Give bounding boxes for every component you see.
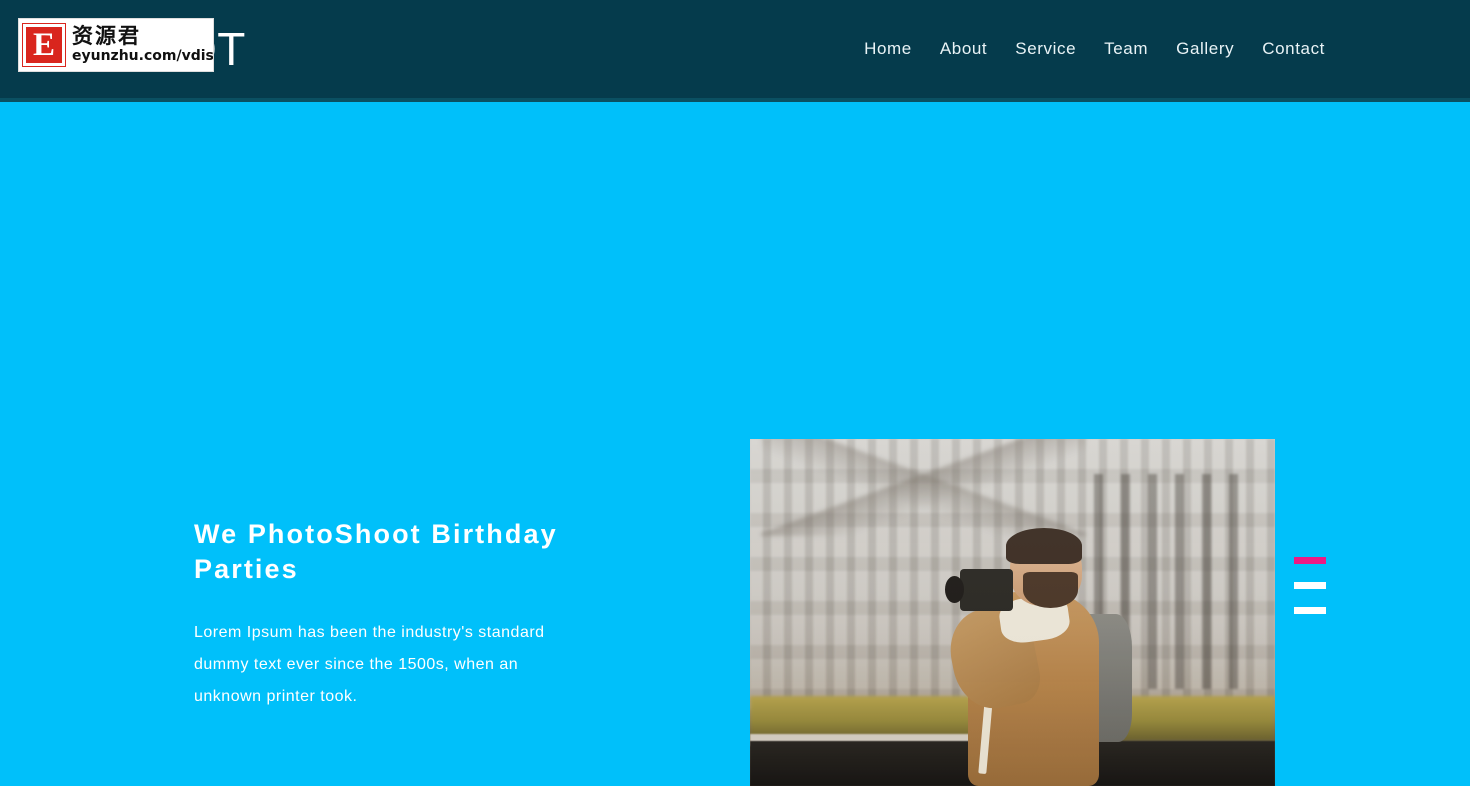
slider-bar-1[interactable]: [1294, 557, 1326, 564]
watermark-overlay: E 资源君 eyunzhu.com/vdisk: [18, 18, 214, 72]
nav-item-service[interactable]: Service: [1015, 39, 1076, 59]
watermark-chinese-text: 资源君: [72, 24, 141, 49]
watermark-text-group: 资源君 eyunzhu.com/vdisk: [72, 24, 214, 65]
slider-pagination: [1294, 557, 1326, 614]
hero-paragraph: Lorem Ipsum has been the industry's stan…: [194, 624, 545, 705]
nav-item-gallery[interactable]: Gallery: [1176, 39, 1234, 59]
hero-heading: We PhotoShoot Birthday Parties: [194, 519, 558, 584]
slider-bar-3[interactable]: [1294, 607, 1326, 614]
nav-item-about[interactable]: About: [940, 39, 987, 59]
main-navigation: Home About Service Team Gallery Contact: [864, 0, 1325, 98]
slider-bar-2[interactable]: [1294, 582, 1326, 589]
nav-item-home[interactable]: Home: [864, 39, 912, 59]
site-header: EADSHOT Home About Service Team Gallery …: [0, 0, 1470, 98]
watermark-logo-icon: E: [22, 23, 66, 67]
photo-tone-overlay: [750, 439, 1275, 786]
nav-item-team[interactable]: Team: [1104, 39, 1148, 59]
watermark-url-text: eyunzhu.com/vdisk: [72, 48, 214, 65]
photographer-photo: [750, 439, 1275, 786]
hero-section: We PhotoShoot Birthday Parties Lorem Ips…: [0, 102, 1470, 786]
nav-item-contact[interactable]: Contact: [1262, 39, 1325, 59]
hero-image: [750, 439, 1275, 786]
hero-copy-block: We PhotoShoot Birthday Parties Lorem Ips…: [194, 517, 624, 713]
